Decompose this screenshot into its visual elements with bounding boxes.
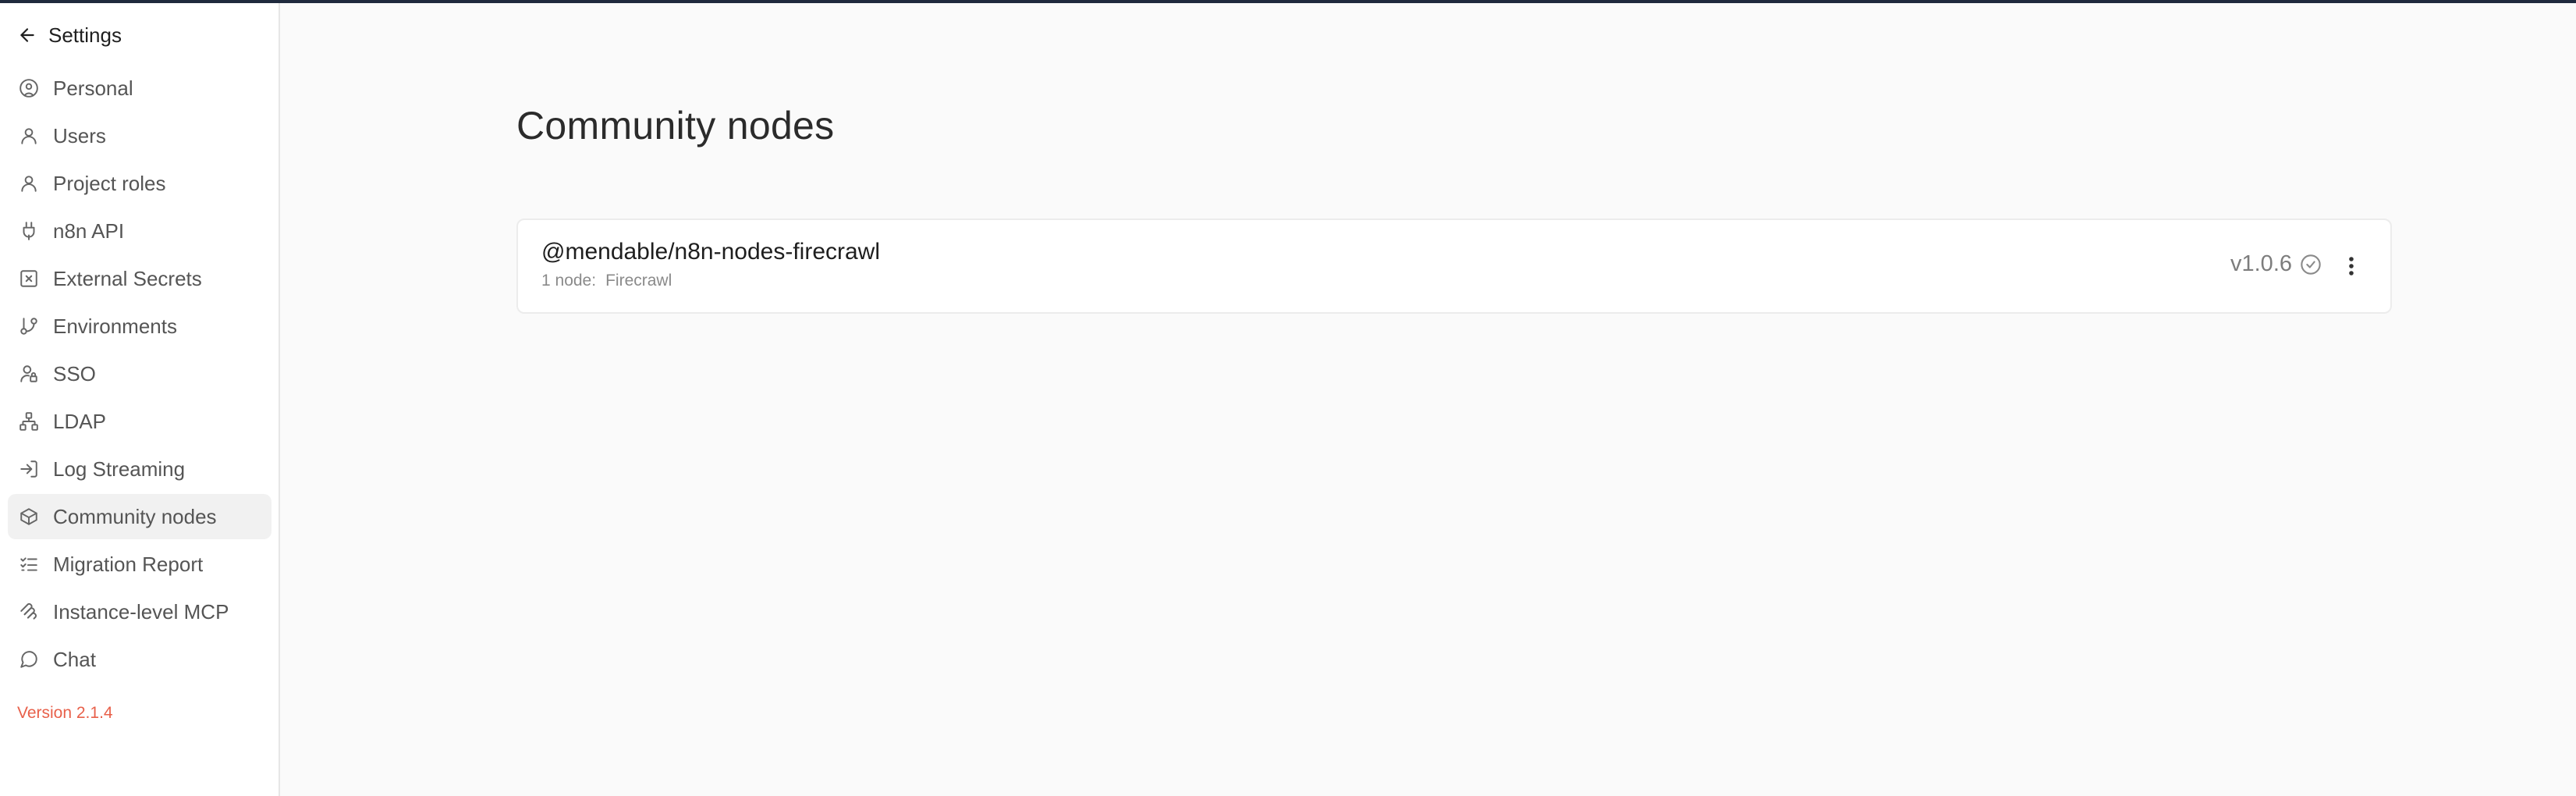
sidebar-item-migration-report[interactable]: Migration Report [8, 542, 271, 587]
version-label: Version 2.1.4 [17, 704, 113, 722]
sidebar-item-label: LDAP [53, 409, 106, 433]
sidebar-item-label: Chat [53, 647, 96, 671]
sidebar-item-environments[interactable]: Environments [8, 304, 271, 349]
sidebar-item-label: Instance-level MCP [53, 599, 229, 624]
sidebar-item-label: n8n API [53, 219, 125, 243]
network-icon [19, 411, 39, 432]
sidebar-item-n8n-api[interactable]: n8n API [8, 208, 271, 254]
sidebar-item-label: Users [53, 123, 106, 147]
message-circle-icon [19, 649, 39, 670]
back-label: Settings [48, 23, 122, 47]
community-node-card: @mendable/n8n-nodes-firecrawl 1 node: Fi… [516, 219, 2392, 314]
check-circle-icon [2300, 254, 2322, 275]
square-x-icon [19, 268, 39, 289]
user-circle-icon [19, 78, 39, 98]
plug-icon [19, 221, 39, 241]
user-icon [19, 173, 39, 194]
package-version: v1.0.6 [2230, 251, 2322, 277]
sidebar-item-chat[interactable]: Chat [8, 637, 271, 682]
more-vertical-icon [2349, 257, 2354, 275]
node-names: Firecrawl [605, 272, 672, 290]
sidebar-item-label: Log Streaming [53, 457, 186, 481]
settings-nav: Personal Users Project roles n8n API Ext… [8, 66, 271, 684]
sidebar-item-label: SSO [53, 361, 96, 386]
list-checks-icon [19, 554, 39, 574]
git-branch-icon [19, 316, 39, 336]
sidebar-item-project-roles[interactable]: Project roles [8, 161, 271, 206]
sidebar-item-ldap[interactable]: LDAP [8, 399, 271, 444]
sidebar-item-label: Migration Report [53, 552, 204, 576]
sidebar-item-community-nodes[interactable]: Community nodes [8, 494, 271, 539]
sidebar-item-label: External Secrets [53, 266, 202, 290]
sidebar-item-label: Environments [53, 314, 177, 338]
box-icon [19, 506, 39, 527]
sidebar-item-users[interactable]: Users [8, 113, 271, 158]
version-text: v1.0.6 [2230, 251, 2292, 276]
package-actions-button[interactable] [2340, 253, 2362, 279]
package-node-list: 1 node: Firecrawl [541, 272, 672, 290]
sidebar-item-external-secrets[interactable]: External Secrets [8, 256, 271, 301]
page-title: Community nodes [516, 104, 835, 147]
settings-sidebar: Settings Personal Users Project roles n8… [0, 3, 280, 796]
mcp-icon [19, 602, 39, 622]
log-in-icon [19, 459, 39, 479]
package-name: @mendable/n8n-nodes-firecrawl [541, 239, 881, 265]
sidebar-item-sso[interactable]: SSO [8, 351, 271, 396]
top-accent-bar [0, 0, 2576, 3]
sidebar-item-log-streaming[interactable]: Log Streaming [8, 446, 271, 492]
sidebar-item-label: Community nodes [53, 504, 217, 528]
back-to-settings-button[interactable]: Settings [17, 20, 122, 50]
user-lock-icon [19, 364, 39, 384]
sidebar-item-label: Project roles [53, 171, 166, 195]
arrow-left-icon [17, 25, 37, 45]
sidebar-item-instance-level-mcp[interactable]: Instance-level MCP [8, 589, 271, 634]
sidebar-item-personal[interactable]: Personal [8, 66, 271, 111]
node-count: 1 node: [541, 272, 597, 290]
user-icon [19, 126, 39, 146]
sidebar-item-label: Personal [53, 76, 133, 100]
